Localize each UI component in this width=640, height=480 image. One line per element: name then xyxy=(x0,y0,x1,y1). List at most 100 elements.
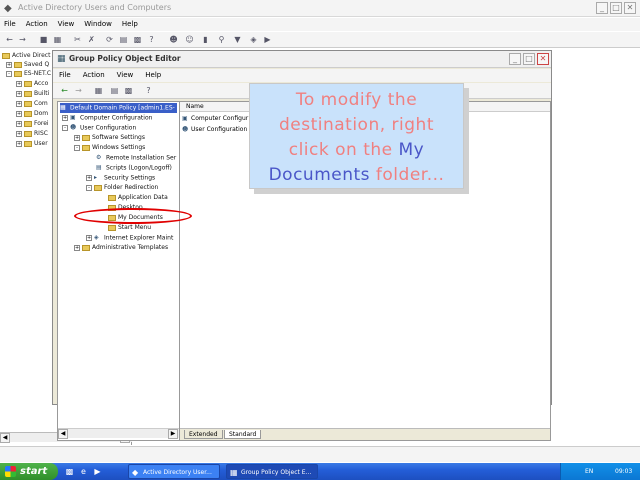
ad-menu-file[interactable]: File xyxy=(4,18,16,31)
tree-item-root[interactable]: ▦ Default Domain Policy [admin1.ES- xyxy=(60,103,177,113)
ad-tree-item[interactable]: + Builti xyxy=(16,90,49,97)
media-player-icon[interactable]: ▶ xyxy=(92,466,103,477)
tree-item-user-config[interactable]: - ☻ User Configuration xyxy=(62,123,136,133)
ad-tree-item[interactable]: + Dom xyxy=(16,110,48,117)
tree-hscrollbar[interactable]: ◀ ▶ xyxy=(58,428,180,439)
expand-icon[interactable]: + xyxy=(16,140,22,147)
tree-item-software-settings[interactable]: + Software Settings xyxy=(74,133,145,143)
gpo-maximize-button[interactable]: □ xyxy=(523,53,535,65)
show-tree-icon[interactable]: ▦ xyxy=(93,85,104,96)
ad-tree-item[interactable]: + Acco xyxy=(16,80,48,87)
ad-tree-item[interactable]: + Saved Q xyxy=(6,61,49,68)
gpo-menu-action[interactable]: Action xyxy=(83,69,105,82)
move-icon[interactable]: ▶ xyxy=(262,34,273,45)
ad-maximize-button[interactable]: □ xyxy=(610,2,622,14)
list-item[interactable]: ▣ Computer Configur xyxy=(182,115,248,122)
internet-explorer-icon[interactable]: e xyxy=(78,466,89,477)
gpo-menu-file[interactable]: File xyxy=(59,69,71,82)
language-indicator[interactable]: EN xyxy=(585,463,593,480)
ad-menu-window[interactable]: Window xyxy=(84,18,112,31)
tree-item-folder-redirection[interactable]: - Folder Redirection xyxy=(86,183,158,193)
gpo-menu-help[interactable]: Help xyxy=(145,69,161,82)
tree-item-security-settings[interactable]: + ▸ Security Settings xyxy=(86,173,155,183)
expand-icon[interactable]: + xyxy=(86,235,92,241)
tree-item-windows-settings[interactable]: - Windows Settings xyxy=(74,143,145,153)
ad-tree-item[interactable]: + Com xyxy=(16,100,48,107)
ad-tree-item[interactable]: - ES-NET.C xyxy=(6,70,51,77)
expand-icon[interactable]: + xyxy=(16,130,22,137)
start-button[interactable]: start xyxy=(0,463,58,480)
expand-icon[interactable]: + xyxy=(74,244,80,251)
back-arrow-icon[interactable]: ← xyxy=(4,34,15,45)
gpo-minimize-button[interactable]: _ xyxy=(509,53,521,65)
properties-icon[interactable]: ▤ xyxy=(109,85,120,96)
expand-icon[interactable]: + xyxy=(74,134,80,141)
add-to-group-icon[interactable]: ◈ xyxy=(248,34,259,45)
ad-tree-item[interactable]: + User xyxy=(16,140,48,147)
collapse-icon[interactable]: - xyxy=(62,125,68,131)
clock[interactable]: 09:03 xyxy=(615,463,632,480)
expand-icon[interactable]: + xyxy=(16,80,22,87)
cut-icon[interactable]: ✂ xyxy=(72,34,83,45)
ad-tree-item[interactable]: Active Direct xyxy=(2,52,50,59)
tree-item-start-menu[interactable]: Start Menu xyxy=(108,223,151,233)
ad-menu-view[interactable]: View xyxy=(58,18,75,31)
ad-window-title: Active Directory Users and Computers xyxy=(18,3,172,12)
tree-item-computer-config[interactable]: + ▣ Computer Configuration xyxy=(62,113,152,123)
delete-icon[interactable]: ✗ xyxy=(86,34,97,45)
filter-icon[interactable]: ▼ xyxy=(232,34,243,45)
ad-menu-help[interactable]: Help xyxy=(122,18,138,31)
callout-line: Documents folder... xyxy=(268,165,445,185)
tab-standard[interactable]: Standard xyxy=(224,430,262,439)
collapse-icon[interactable]: - xyxy=(74,144,80,151)
users-icon[interactable]: ☻ xyxy=(168,34,179,45)
expand-icon[interactable]: + xyxy=(62,115,68,121)
task-ad-users-computers[interactable]: ◆ Active Directory User... xyxy=(128,464,220,479)
tree-item-scripts[interactable]: ▤ Scripts (Logon/Logoff) xyxy=(96,163,172,173)
list-item[interactable]: ☻ User Configuration xyxy=(182,126,247,133)
export-list-icon[interactable]: ▩ xyxy=(123,85,134,96)
ad-tree-item[interactable]: + RISC xyxy=(16,130,48,137)
ad-minimize-button[interactable]: _ xyxy=(596,2,608,14)
tree-item-ie-maintenance[interactable]: + ◈ Internet Explorer Maint xyxy=(86,233,173,243)
group-icon[interactable]: ☺ xyxy=(184,34,195,45)
ou-folder-icon[interactable]: ▮ xyxy=(200,34,211,45)
folder-icon xyxy=(108,194,116,201)
expand-icon[interactable]: + xyxy=(86,175,92,181)
scroll-left-icon[interactable]: ◀ xyxy=(0,433,10,443)
show-tree-icon[interactable]: ▦ xyxy=(52,34,63,45)
expand-icon[interactable]: + xyxy=(6,61,12,68)
scroll-left-icon[interactable]: ◀ xyxy=(58,429,68,439)
ad-close-button[interactable]: ✕ xyxy=(624,2,636,14)
help-icon[interactable]: ? xyxy=(146,34,157,45)
expand-icon[interactable]: + xyxy=(16,90,22,97)
expand-icon[interactable]: + xyxy=(16,120,22,127)
forward-arrow-icon[interactable]: → xyxy=(17,34,28,45)
gpo-close-button[interactable]: ✕ xyxy=(537,53,549,65)
back-arrow-icon[interactable]: ← xyxy=(59,85,70,96)
tree-item-remote-installation[interactable]: ⚙ Remote Installation Ser xyxy=(96,153,176,163)
expand-icon[interactable]: + xyxy=(16,100,22,107)
refresh-icon[interactable]: ⟳ xyxy=(104,34,115,45)
tree-item-admin-templates[interactable]: + Administrative Templates xyxy=(74,243,168,253)
ad-menu-action[interactable]: Action xyxy=(26,18,48,31)
forward-arrow-icon[interactable]: → xyxy=(73,85,84,96)
gpo-menu-view[interactable]: View xyxy=(117,69,134,82)
export-icon[interactable]: ▤ xyxy=(118,34,129,45)
folder-icon xyxy=(24,80,32,87)
scroll-right-icon[interactable]: ▶ xyxy=(168,429,178,439)
ad-tree-item[interactable]: + Forei xyxy=(16,120,49,127)
gpo-app-icon: ▦ xyxy=(57,54,66,64)
collapse-icon[interactable]: - xyxy=(6,70,12,77)
tree-item-application-data[interactable]: Application Data xyxy=(108,193,168,203)
expand-icon[interactable]: + xyxy=(16,110,22,117)
collapse-icon[interactable]: - xyxy=(86,184,92,191)
up-folder-icon[interactable]: ■ xyxy=(38,34,49,45)
properties-icon[interactable]: ▩ xyxy=(132,34,143,45)
help-icon[interactable]: ? xyxy=(143,85,154,96)
task-group-policy-editor[interactable]: ▦ Group Policy Object E... xyxy=(226,464,318,479)
find-icon[interactable]: ⚲ xyxy=(216,34,227,45)
gpo-window-title: Group Policy Object Editor xyxy=(69,54,181,63)
tab-extended[interactable]: Extended xyxy=(184,430,223,439)
show-desktop-icon[interactable]: ▩ xyxy=(64,466,75,477)
